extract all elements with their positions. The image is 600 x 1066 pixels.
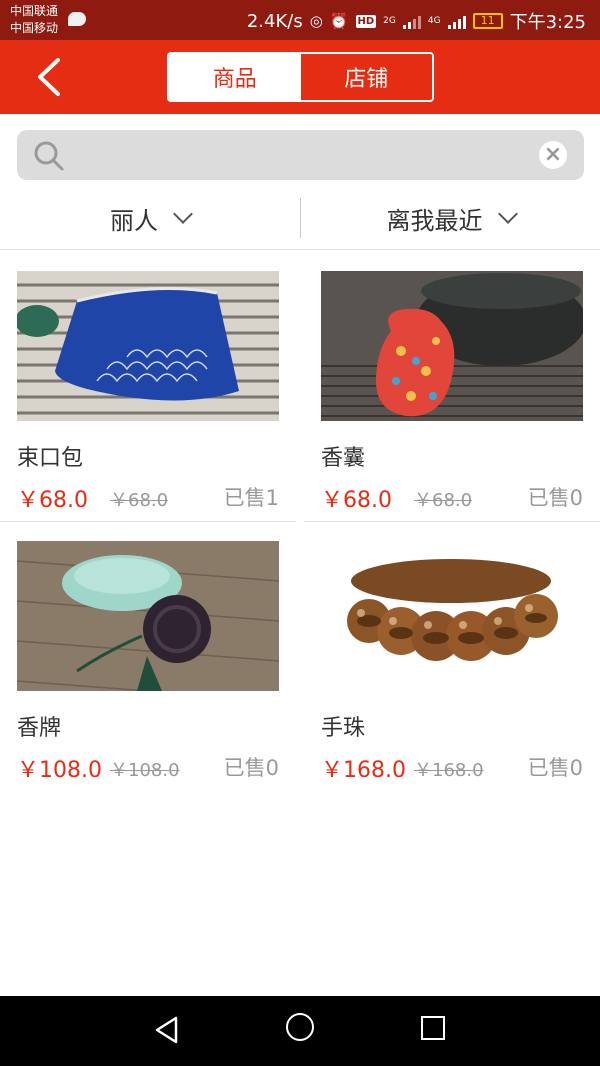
product-original-price: ￥68.0 <box>110 490 169 511</box>
product-sold-count: 已售0 <box>527 756 583 780</box>
product-price: ￥168.0 <box>321 758 406 783</box>
nav-recents-icon[interactable] <box>421 1016 445 1040</box>
product-image <box>17 541 279 691</box>
message-icon <box>68 12 86 26</box>
search-icon <box>34 141 64 171</box>
hotspot-icon: ◎ <box>309 12 323 30</box>
carrier-1: 中国联通 <box>10 4 59 18</box>
sort-filter[interactable]: 离我最近 <box>301 186 600 250</box>
product-original-price: ￥168.0 <box>414 760 484 781</box>
category-filter[interactable]: 丽人 <box>0 186 300 250</box>
sort-filter-label: 离我最近 <box>386 206 483 235</box>
system-nav-bar <box>0 996 600 1066</box>
carrier-2: 中国移动 <box>10 21 59 35</box>
chevron-down-icon <box>173 204 193 224</box>
back-button[interactable] <box>30 56 70 98</box>
product-title: 香囊 <box>321 446 366 471</box>
battery-icon: 11 <box>472 13 503 29</box>
product-sold-count: 已售0 <box>223 756 279 780</box>
signal-icon <box>402 13 421 29</box>
segment-control: 商品 店铺 <box>167 52 434 102</box>
product-sold-count: 已售0 <box>527 486 583 510</box>
product-card[interactable]: 束口包 ￥68.0 ￥68.0 已售1 <box>0 254 296 522</box>
hd-icon: HD <box>355 14 377 28</box>
tab-shops[interactable]: 店铺 <box>300 54 432 100</box>
status-icons: 2.4K/s ◎ ⏰ HD 2G 4G 11 下午3:25 <box>247 8 586 34</box>
nav-home-icon[interactable] <box>286 1013 314 1041</box>
product-card[interactable]: 手珠 ￥168.0 ￥168.0 已售0 <box>304 524 600 792</box>
product-sold-count: 已售1 <box>223 486 279 510</box>
app-bar: 商品 店铺 <box>0 40 600 114</box>
product-card[interactable]: 香牌 ￥108.0 ￥108.0 已售0 <box>0 524 296 792</box>
product-price: ￥108.0 <box>17 758 102 783</box>
product-image <box>321 271 583 421</box>
product-card[interactable]: 香囊 ￥68.0 ￥68.0 已售0 <box>304 254 600 522</box>
carrier-info: 中国联通 中国移动 <box>10 3 58 37</box>
product-price: ￥68.0 <box>17 488 88 513</box>
product-title: 束口包 <box>17 446 84 471</box>
product-image <box>17 271 279 421</box>
nav-back-icon[interactable] <box>152 1015 182 1045</box>
network-2g-label: 2G <box>383 15 396 26</box>
signal-icon-2 <box>447 13 466 29</box>
product-original-price: ￥68.0 <box>414 490 473 511</box>
tab-products[interactable]: 商品 <box>169 54 301 100</box>
product-original-price: ￥108.0 <box>110 760 180 781</box>
clock: 下午3:25 <box>509 12 586 33</box>
alarm-icon: ⏰ <box>329 12 349 30</box>
network-4g-label: 4G <box>427 15 441 26</box>
filter-bar: 丽人 离我最近 <box>0 186 600 250</box>
network-speed: 2.4K/s <box>246 10 303 32</box>
category-filter-label: 丽人 <box>110 206 158 235</box>
product-image <box>321 541 583 691</box>
clear-icon[interactable]: × <box>539 141 567 169</box>
search-input[interactable]: × <box>17 130 584 180</box>
status-bar: 中国联通 中国移动 2.4K/s ◎ ⏰ HD 2G 4G 11 下午3:25 <box>0 0 600 40</box>
chevron-down-icon <box>497 204 518 224</box>
product-price: ￥68.0 <box>321 488 392 513</box>
product-title: 手珠 <box>321 716 366 741</box>
back-arrow-icon <box>38 58 60 96</box>
product-title: 香牌 <box>17 716 62 741</box>
